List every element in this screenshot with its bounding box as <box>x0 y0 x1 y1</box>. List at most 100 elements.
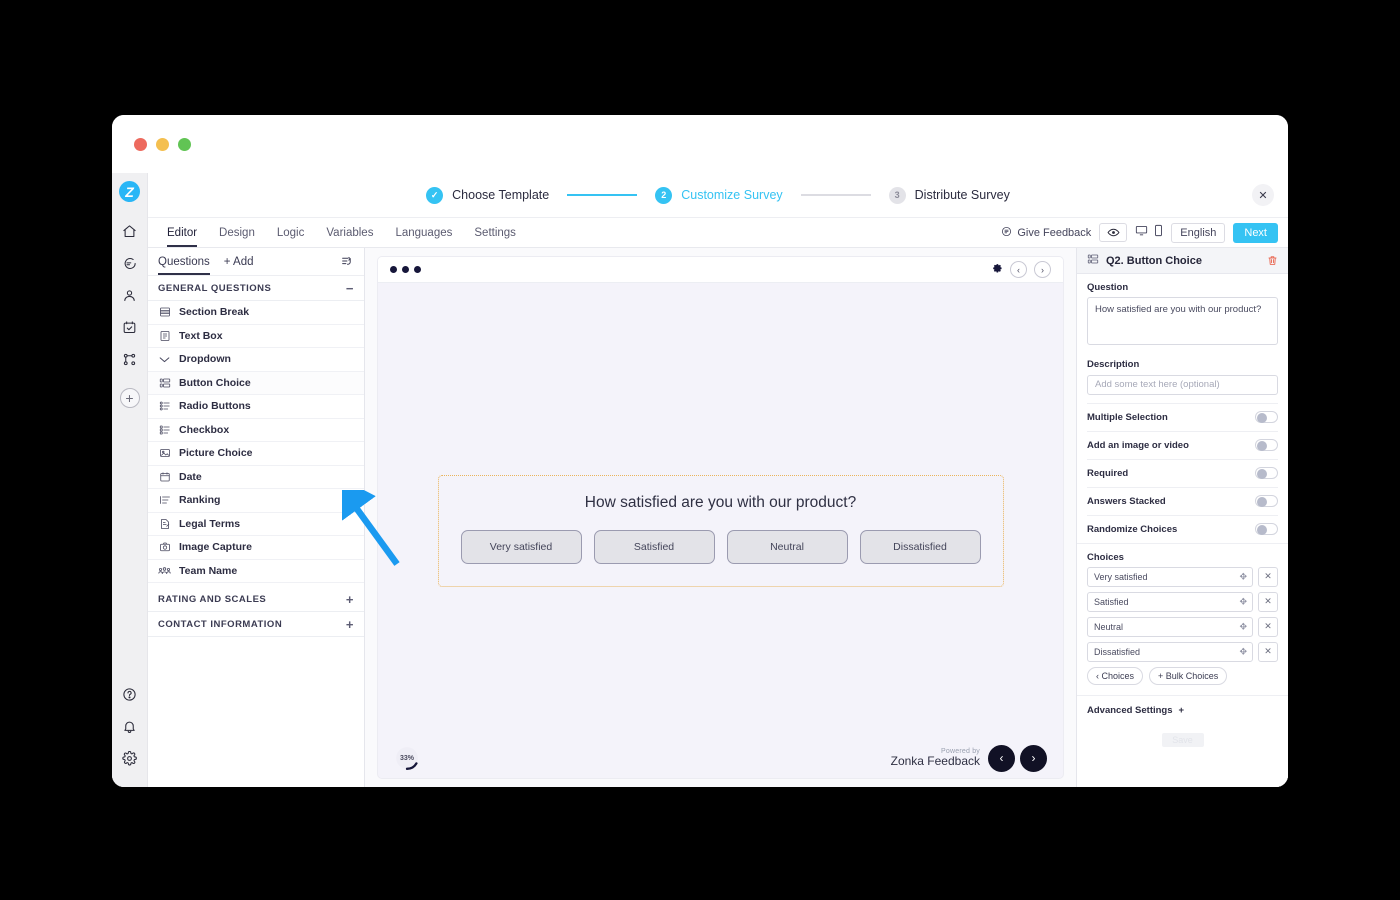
zonka-logo-icon[interactable]: Z <box>119 181 140 202</box>
feedback-icon[interactable] <box>117 250 143 276</box>
survey-next-button[interactable]: › <box>1020 744 1047 772</box>
language-selector[interactable]: English <box>1171 222 1226 243</box>
close-icon[interactable]: ✕ <box>1252 184 1274 206</box>
help-icon[interactable] <box>117 681 143 707</box>
choice-row: Very satisfied ✥ ✕ <box>1087 566 1278 587</box>
tab-languages[interactable]: Languages <box>384 218 463 247</box>
group-header-general-questions[interactable]: GENERAL QUESTIONS − <box>148 276 364 301</box>
contacts-icon[interactable] <box>117 282 143 308</box>
choice-input-neutral[interactable]: Neutral ✥ <box>1087 616 1253 637</box>
question-type-checkbox[interactable]: Checkbox <box>148 419 364 442</box>
remove-choice-button[interactable]: ✕ <box>1258 566 1278 587</box>
picture-choice-icon <box>158 447 171 460</box>
add-image-or-video-toggle[interactable] <box>1255 439 1278 451</box>
section-break-icon <box>158 306 171 319</box>
give-feedback-button[interactable]: Give Feedback <box>1001 226 1091 240</box>
question-type-dropdown[interactable]: Dropdown <box>148 348 364 372</box>
add-bulk-choices-button[interactable]: + Bulk Choices <box>1149 666 1228 685</box>
settings-icon[interactable] <box>117 745 143 771</box>
toggle-row-answers-stacked[interactable]: Answers Stacked <box>1087 486 1278 515</box>
toggle-row-multiple-selection[interactable]: Multiple Selection <box>1087 402 1278 431</box>
preview-dot <box>414 266 421 273</box>
toggle-row-randomize-choices[interactable]: Randomize Choices <box>1087 514 1278 543</box>
window-zoom-button[interactable] <box>178 137 191 151</box>
preview-choice-neutral[interactable]: Neutral <box>726 529 848 564</box>
question-type-text-box[interactable]: Text Box <box>148 325 364 348</box>
rail-add-button[interactable]: + <box>119 388 140 408</box>
wizard-step-choose-template[interactable]: ✓ Choose Template <box>426 186 549 204</box>
question-textarea[interactable] <box>1087 297 1278 345</box>
rail-bottom-group <box>117 681 143 787</box>
workflows-icon[interactable] <box>117 346 143 372</box>
question-type-picture-choice[interactable]: Picture Choice <box>148 442 364 466</box>
choice-input-dissatisfied[interactable]: Dissatisfied ✥ <box>1087 641 1253 662</box>
legal-terms-icon <box>158 517 171 530</box>
randomize-choices-toggle[interactable] <box>1255 523 1278 535</box>
wizard-step-customize-survey[interactable]: 2 Customize Survey <box>655 186 783 204</box>
group-expand-icon-rating[interactable]: + <box>346 592 354 607</box>
question-type-button-choice[interactable]: Button Choice <box>148 371 364 395</box>
advanced-settings-row[interactable]: Advanced Settings + <box>1077 694 1288 725</box>
window-close-button[interactable] <box>134 137 147 151</box>
preview-choice-satisfied[interactable]: Satisfied <box>593 529 715 564</box>
app-body: Z + ✓ Choose Template 2 Customize Survey… <box>112 173 1288 787</box>
tab-design[interactable]: Design <box>208 218 266 247</box>
delete-question-icon[interactable] <box>1267 255 1278 266</box>
window-minimize-button[interactable] <box>156 137 169 151</box>
question-type-section-break[interactable]: Section Break <box>148 301 364 325</box>
remove-choice-button[interactable]: ✕ <box>1258 591 1278 612</box>
group-header-rating-and-scales[interactable]: RATING AND SCALES + <box>148 587 364 612</box>
tasks-icon[interactable] <box>117 314 143 340</box>
drag-handle-icon[interactable]: ✥ <box>1239 596 1247 607</box>
selected-question-card[interactable]: How satisfied are you with our product? … <box>437 474 1004 587</box>
drag-handle-icon[interactable]: ✥ <box>1239 621 1247 632</box>
add-question-tab[interactable]: + Add <box>224 248 254 275</box>
question-type-label: Section Break <box>179 306 250 319</box>
question-type-image-capture[interactable]: Image Capture <box>148 536 364 560</box>
wizard-step-distribute-survey[interactable]: 3 Distribute Survey <box>888 186 1010 204</box>
choice-text: Satisfied <box>1094 596 1129 607</box>
tab-editor[interactable]: Editor <box>156 218 208 247</box>
question-type-legal-terms[interactable]: Legal Terms <box>148 513 364 536</box>
required-toggle[interactable] <box>1255 467 1278 479</box>
remove-choice-button[interactable]: ✕ <box>1258 616 1278 637</box>
question-type-date[interactable]: Date <box>148 466 364 489</box>
preview-eye-button[interactable] <box>1099 223 1128 242</box>
group-header-contact-information[interactable]: CONTACT INFORMATION + <box>148 612 364 637</box>
remove-choice-button[interactable]: ✕ <box>1258 641 1278 662</box>
add-choices-button[interactable]: ‹ Choices <box>1087 666 1144 685</box>
choice-input-very-satisfied[interactable]: Very satisfied ✥ <box>1087 566 1253 587</box>
preview-choice-dissatisfied[interactable]: Dissatisfied <box>859 529 981 564</box>
question-type-radio-buttons[interactable]: Radio Buttons <box>148 395 364 419</box>
save-button[interactable]: Save <box>1161 732 1204 747</box>
mobile-view-icon[interactable] <box>1154 224 1163 242</box>
preview-choice-very-satisfied[interactable]: Very satisfied <box>460 529 582 564</box>
questions-tab[interactable]: Questions <box>158 248 210 275</box>
undo-list-icon[interactable] <box>341 255 354 268</box>
next-button[interactable]: Next <box>1233 222 1278 243</box>
multiple-selection-toggle[interactable] <box>1255 411 1278 423</box>
preview-prev-button[interactable]: ‹ <box>1010 261 1027 278</box>
tab-variables[interactable]: Variables <box>315 218 384 247</box>
home-icon[interactable] <box>117 218 143 244</box>
notifications-icon[interactable] <box>117 713 143 739</box>
question-type-team-name[interactable]: Team Name <box>148 560 364 583</box>
gear-icon[interactable] <box>991 261 1003 279</box>
advanced-settings-expand-icon[interactable]: + <box>1179 705 1185 716</box>
tab-logic[interactable]: Logic <box>266 218 316 247</box>
drag-handle-icon[interactable]: ✥ <box>1239 571 1247 582</box>
question-type-ranking[interactable]: Ranking <box>148 489 364 513</box>
group-expand-icon-contact[interactable]: + <box>346 617 354 632</box>
preview-next-button[interactable]: › <box>1034 261 1051 278</box>
tab-settings[interactable]: Settings <box>463 218 527 247</box>
question-type-label: Dropdown <box>179 353 231 366</box>
group-collapse-icon-general[interactable]: − <box>346 281 354 296</box>
toggle-row-add-image-or-video[interactable]: Add an image or video <box>1087 430 1278 459</box>
answers-stacked-toggle[interactable] <box>1255 495 1278 507</box>
choice-input-satisfied[interactable]: Satisfied ✥ <box>1087 591 1253 612</box>
desktop-view-icon[interactable] <box>1135 224 1148 242</box>
drag-handle-icon[interactable]: ✥ <box>1239 646 1247 657</box>
survey-prev-button[interactable]: ‹ <box>988 744 1015 772</box>
description-input[interactable] <box>1087 374 1278 395</box>
toggle-row-required[interactable]: Required <box>1087 458 1278 487</box>
